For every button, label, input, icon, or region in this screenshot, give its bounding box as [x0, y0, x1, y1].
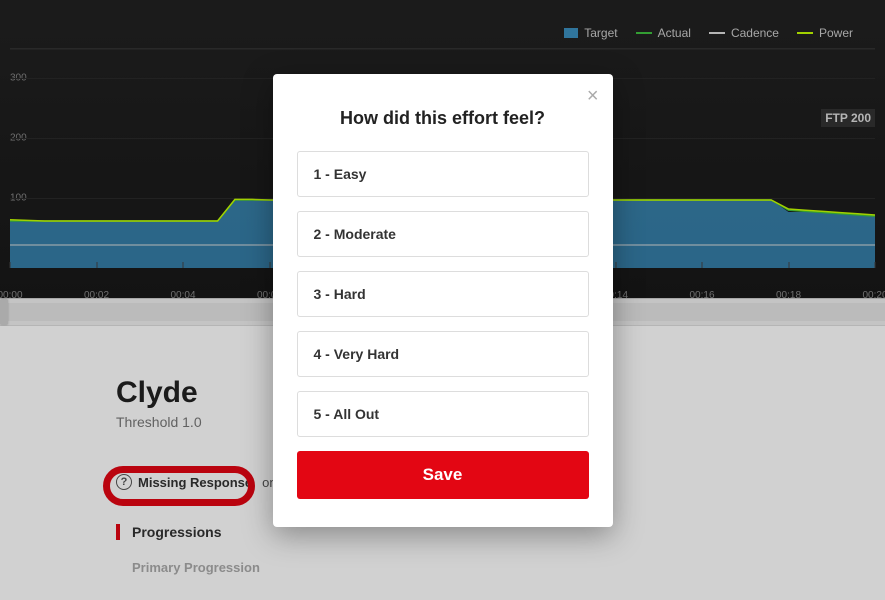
- survey-option-2[interactable]: 2 - Moderate: [297, 211, 589, 257]
- survey-option-5[interactable]: 5 - All Out: [297, 391, 589, 437]
- save-button[interactable]: Save: [297, 451, 589, 499]
- survey-option-3[interactable]: 3 - Hard: [297, 271, 589, 317]
- close-icon[interactable]: ×: [587, 86, 599, 106]
- modal-title: How did this effort feel?: [297, 108, 589, 129]
- survey-option-4[interactable]: 4 - Very Hard: [297, 331, 589, 377]
- survey-option-1[interactable]: 1 - Easy: [297, 151, 589, 197]
- survey-modal: × How did this effort feel? 1 - Easy 2 - …: [273, 74, 613, 527]
